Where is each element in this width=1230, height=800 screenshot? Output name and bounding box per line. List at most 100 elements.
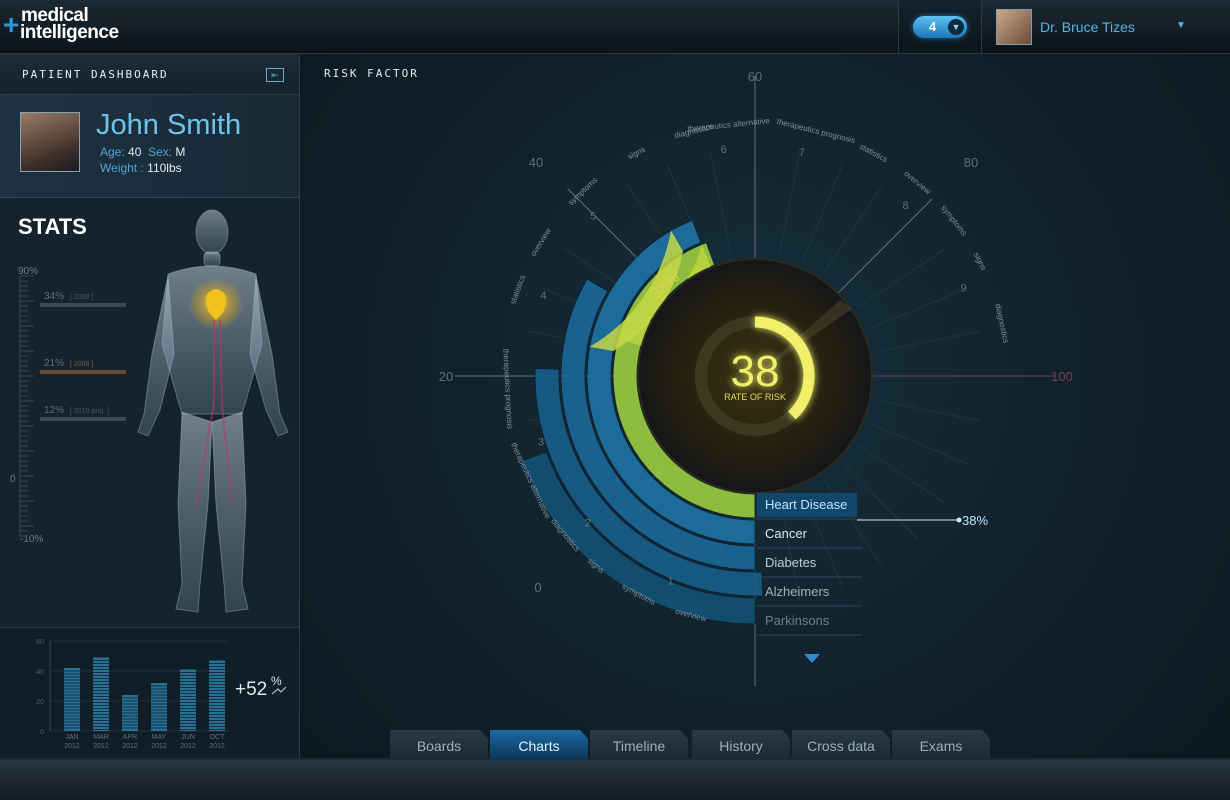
marker-tag-3: [ 2010 proj. ] (70, 408, 109, 415)
sector-number: 9 (961, 283, 967, 295)
axis-label: 80 (964, 155, 978, 170)
marker-bar-1 (40, 303, 126, 307)
notifications-button[interactable]: 4 ▼ (913, 16, 967, 38)
patient-age-sex: Age: 40 Sex: M (100, 145, 185, 159)
mini-chart-y-ticks: 60 40 20 0 (36, 639, 44, 736)
x-tick-label: JUN (181, 734, 195, 741)
tab-charts[interactable]: Charts (490, 730, 588, 760)
scale-zero-label: 0 (10, 474, 16, 485)
ring-label: statistics (508, 274, 527, 306)
risk-score: 38 (731, 347, 780, 396)
avatar (996, 9, 1032, 45)
weight-value: 110lbs (147, 161, 182, 175)
marker-value-2: 21% (44, 358, 64, 369)
scale-ticks (19, 275, 34, 537)
chevron-down-icon: ▼ (948, 19, 964, 35)
disease-item[interactable]: Alzheimers (757, 584, 862, 607)
tab-history[interactable]: History (692, 730, 790, 760)
x-tick-label: JAN (65, 734, 78, 741)
spoke (858, 247, 947, 307)
axis-label: 20 (439, 369, 453, 384)
x-tick-label: MAR (93, 734, 109, 741)
weight-label: Weight : (100, 161, 144, 175)
bar[interactable] (93, 657, 109, 732)
tab-cross-data[interactable]: Cross data (792, 730, 890, 760)
notifications-area: 4 ▼ (898, 0, 982, 53)
disease-name: Cancer (765, 526, 808, 541)
disease-item[interactable]: Parkinsons (757, 613, 862, 636)
panel-title: PATIENT DASHBOARD (22, 68, 169, 81)
disease-name: Heart Disease (765, 497, 847, 512)
spoke (877, 399, 981, 422)
sex-value: M (175, 145, 186, 159)
disease-item[interactable]: Diabetes (757, 555, 862, 578)
stats-title: STATS (18, 214, 87, 239)
user-name: Dr. Bruce Tizes (1040, 19, 1135, 35)
x-tick-year: 2012 (122, 743, 138, 750)
ring-label: signs (626, 145, 647, 162)
ring-label: therapeutics prognosis (501, 349, 514, 430)
sector-number: 4 (541, 290, 547, 302)
mini-chart-bars (64, 657, 225, 732)
marker-bar-3 (40, 417, 126, 421)
disease-item[interactable]: Cancer (757, 526, 862, 549)
age-value: 40 (128, 145, 142, 159)
marker-tag-2: [ 2008 ] (70, 361, 93, 368)
collapse-icon[interactable]: ⇤ (266, 68, 284, 82)
x-tick-year: 2012 (93, 743, 109, 750)
top-bar: + medical intelligence 4 ▼ Dr. Bruce Tiz… (0, 0, 1230, 54)
sector-number: 6 (721, 144, 727, 156)
y-tick-label: 20 (36, 699, 44, 706)
disease-item[interactable]: Heart Disease 38% (757, 493, 988, 528)
ring-label: diagnostics (993, 303, 1010, 344)
age-label: Age: (100, 145, 125, 159)
ring-label: therapeutics alternative (687, 116, 771, 134)
y-tick-label: 60 (36, 639, 44, 646)
scale-top-label: 90% (18, 266, 38, 277)
marker-bar-2 (40, 370, 126, 374)
tab-exams[interactable]: Exams (892, 730, 990, 760)
app-logo[interactable]: + medical intelligence (3, 6, 119, 43)
bar[interactable] (180, 669, 196, 732)
x-tick-year: 2012 (180, 743, 196, 750)
x-tick-label: OCT (210, 734, 226, 741)
tab-timeline[interactable]: Timeline (590, 730, 688, 760)
x-tick-label: MAY (152, 734, 167, 741)
marker-tag-1: [ 2008 ] (70, 294, 93, 301)
tab-boards[interactable]: Boards (390, 730, 488, 760)
patient-dashboard-panel: PATIENT DASHBOARD ⇤ John Smith Age: 40 S… (0, 54, 300, 761)
patient-card: John Smith Age: 40 Sex: M Weight : 110lb… (0, 95, 299, 198)
risk-factor-area: RISK FACTOR 38 RATE OF RISK 38% 0 20 40 60 8… (300, 54, 1230, 760)
disease-list: Heart Disease 38% Cancer Diabetes Alzheimers… (757, 493, 988, 636)
scroll-down-icon[interactable] (804, 654, 820, 663)
axis-label: 40 (529, 155, 543, 170)
sector-number: 3 (538, 437, 544, 449)
y-tick-label: 40 (36, 669, 44, 676)
axis-line (838, 198, 933, 293)
disease-name: Diabetes (765, 555, 817, 570)
bar[interactable] (151, 683, 167, 731)
logo-line2: intelligence (20, 22, 119, 43)
spoke (858, 445, 947, 505)
sector-number: 8 (902, 200, 908, 212)
sex-label: Sex: (148, 145, 173, 159)
plus-icon: + (3, 9, 19, 40)
sector-number: 7 (799, 147, 805, 159)
disease-value: 38% (962, 513, 988, 528)
spoke (824, 184, 884, 273)
spoke (870, 287, 968, 329)
human-body-figure (137, 209, 289, 613)
patient-photo (20, 112, 80, 172)
marker-value-3: 12% (44, 405, 64, 416)
bar[interactable] (209, 660, 225, 732)
spoke (877, 330, 981, 353)
trend-up-icon (271, 686, 287, 695)
axis-label: 60 (748, 69, 762, 84)
bar[interactable] (64, 668, 80, 731)
spoke (778, 150, 801, 254)
disease-name: Alzheimers (765, 584, 830, 599)
mini-bar-chart: 60 40 20 0 JAN 2012 MAR 2012 APR 2012 MAY 2012 JUN 2… (36, 639, 287, 750)
chevron-down-icon[interactable]: ▼ (1176, 20, 1186, 31)
patient-name: John Smith (96, 109, 242, 141)
bar[interactable] (122, 695, 138, 731)
